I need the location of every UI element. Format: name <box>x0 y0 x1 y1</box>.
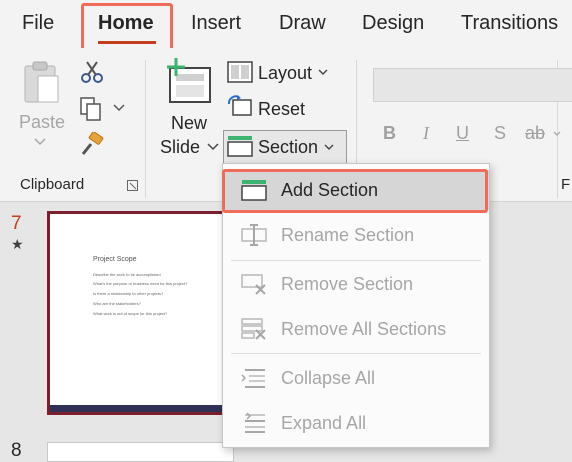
reset-button[interactable]: Reset <box>258 99 305 120</box>
paste-label[interactable]: Paste <box>19 112 65 133</box>
chevron-down-icon[interactable] <box>113 104 125 112</box>
font-name-box[interactable] <box>373 68 572 102</box>
collapse-all-icon <box>241 369 265 388</box>
remove-all-sections-icon <box>241 318 266 340</box>
menu-item-rename-section[interactable]: Rename Section <box>223 215 489 255</box>
section-icon[interactable] <box>227 135 253 157</box>
menu-item-label: Rename Section <box>281 225 415 245</box>
rename-section-icon <box>241 224 267 246</box>
menu-separator <box>231 260 481 261</box>
menu-separator <box>231 353 481 354</box>
chevron-down-icon[interactable] <box>318 69 328 76</box>
paste-icon[interactable] <box>22 60 62 106</box>
chevron-down-icon[interactable] <box>34 138 46 146</box>
remove-section-icon <box>241 274 266 295</box>
new-slide-icon[interactable] <box>164 58 216 106</box>
new-slide-label[interactable]: New <box>171 113 207 134</box>
thumbnail-bullet: Who are the stakeholders? <box>93 301 141 306</box>
slide-thumbnail[interactable] <box>47 442 234 462</box>
menu-item-remove-all-sections[interactable]: Remove All Sections <box>223 309 489 349</box>
menu-bar: File Home Insert Draw Design Transitions <box>0 0 572 53</box>
slide-number: 8 <box>11 440 22 461</box>
layout-icon[interactable] <box>227 61 253 83</box>
chevron-down-icon[interactable] <box>324 144 334 151</box>
reset-icon[interactable] <box>227 95 253 117</box>
menu-item-collapse-all[interactable]: Collapse All <box>223 358 489 398</box>
font-group-label: F <box>561 176 571 193</box>
thumbnail-footer-bar <box>50 405 231 412</box>
thumbnail-bullet: What's the purpose or business need for … <box>93 281 188 286</box>
thumbnail-bullet: What work is out of scope for this proje… <box>93 311 168 316</box>
menu-item-label: Remove All Sections <box>281 319 447 339</box>
text-shadow-button[interactable]: S <box>494 123 506 144</box>
underline-button[interactable]: U <box>456 123 469 144</box>
section-label[interactable]: Section <box>258 137 318 158</box>
cut-icon[interactable] <box>80 60 104 84</box>
tab-design[interactable]: Design <box>362 12 424 35</box>
tab-transitions[interactable]: Transitions <box>461 12 558 35</box>
dialog-launcher-icon[interactable] <box>127 180 138 191</box>
bold-button[interactable]: B <box>383 123 396 144</box>
menu-item-expand-all[interactable]: Expand All <box>223 403 489 443</box>
menu-item-label: Expand All <box>281 413 367 433</box>
add-section-highlight <box>222 169 488 213</box>
chevron-down-icon[interactable] <box>553 131 561 137</box>
new-slide-label[interactable]: Slide <box>160 137 200 158</box>
group-separator <box>145 60 146 198</box>
home-tab-highlight <box>81 3 173 53</box>
thumbnail-bullet: Describe the work to be accomplished <box>93 272 161 277</box>
tab-file[interactable]: File <box>22 12 54 35</box>
italic-button[interactable]: I <box>423 123 429 144</box>
thumbnail-title: Project Scope <box>93 256 137 263</box>
menu-item-label: Collapse All <box>281 368 376 388</box>
strikethrough-button[interactable]: ab <box>525 123 545 144</box>
menu-item-label: Remove Section <box>281 274 414 294</box>
slide-number: 7 <box>11 213 22 234</box>
star-icon: ★ <box>11 236 24 252</box>
slide-thumbnail[interactable]: Project Scope Describe the work to be ac… <box>47 211 234 415</box>
menu-item-remove-section[interactable]: Remove Section <box>223 264 489 304</box>
chevron-down-icon[interactable] <box>207 143 219 151</box>
layout-button[interactable]: Layout <box>258 63 312 84</box>
format-painter-icon[interactable] <box>78 132 106 158</box>
thumbnail-bullet: Is there a relationship to other project… <box>93 291 164 296</box>
expand-all-icon <box>245 412 265 433</box>
tab-insert[interactable]: Insert <box>191 12 241 35</box>
copy-icon[interactable] <box>79 96 103 122</box>
tab-draw[interactable]: Draw <box>279 12 326 35</box>
clipboard-group-label: Clipboard <box>20 176 85 193</box>
